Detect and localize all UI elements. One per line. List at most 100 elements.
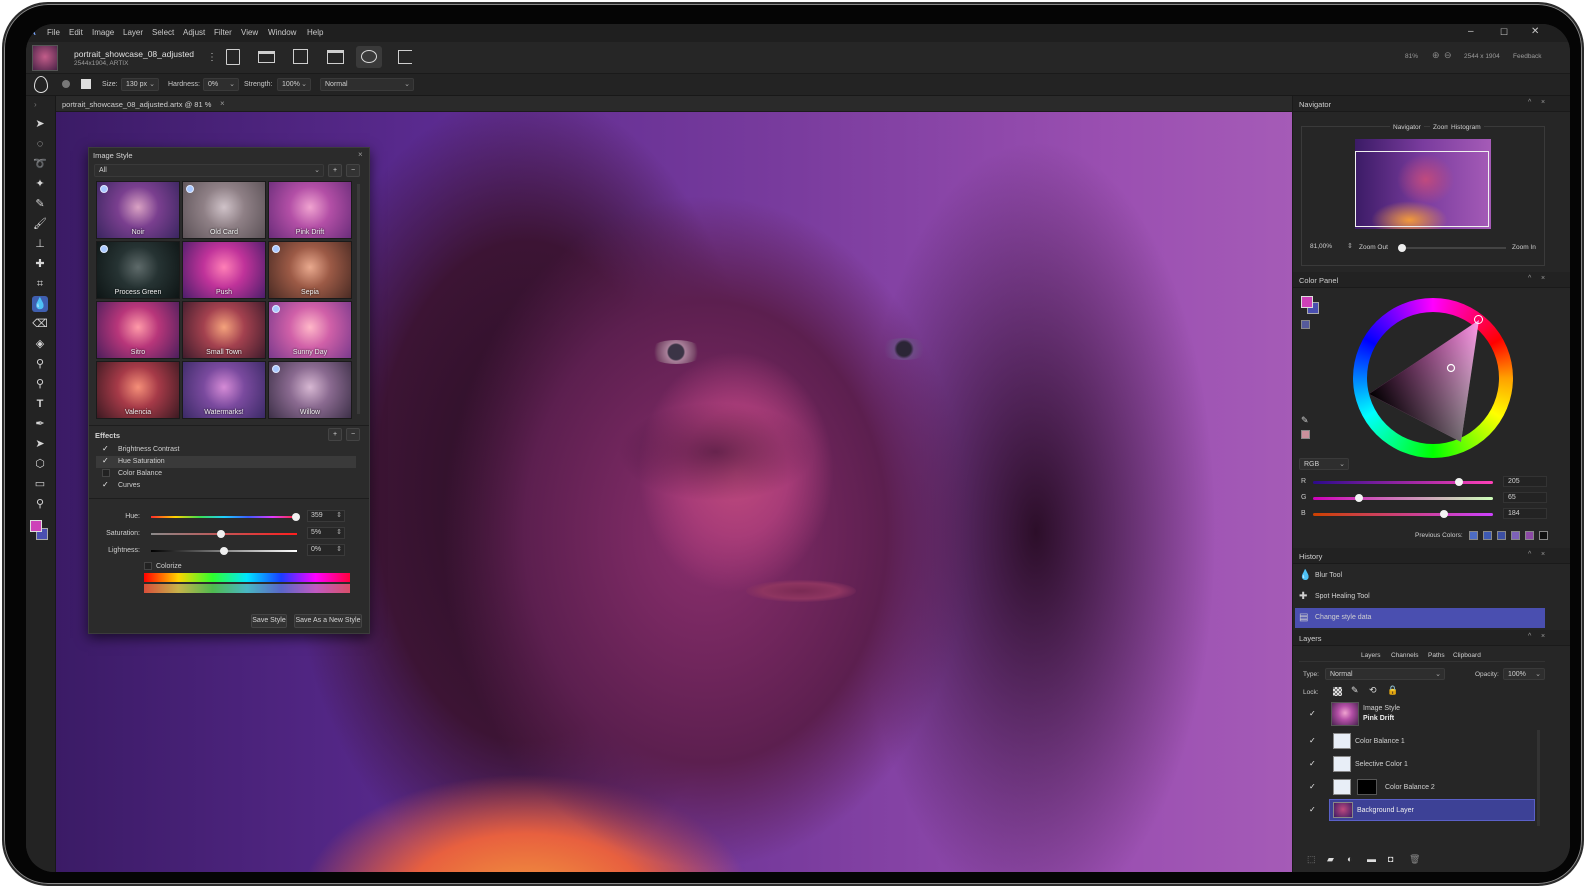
layers-scrollbar[interactable]	[1537, 730, 1540, 826]
eraser-tool-icon[interactable]: ⌫	[32, 316, 48, 332]
visibility-check-icon[interactable]: ✓	[1309, 709, 1316, 718]
new-layer-icon[interactable]: ◘	[1388, 854, 1393, 864]
histogram-tab[interactable]: Histogram	[1448, 124, 1484, 131]
healing-tool-icon[interactable]: ✚	[32, 256, 48, 272]
gradient-tool-icon[interactable]: ▭	[32, 476, 48, 492]
collapse-icon[interactable]: ^	[1528, 551, 1531, 558]
link-layers-icon[interactable]: ⬚	[1307, 854, 1316, 865]
save-new-style-button[interactable]: Save As a New Style	[294, 614, 362, 628]
style-grid-scrollbar[interactable]	[357, 184, 360, 414]
brush-options-icon[interactable]	[81, 79, 91, 89]
hue-slider-knob[interactable]	[291, 513, 300, 521]
style-thumb[interactable]: Old Card	[182, 181, 266, 239]
menu-file[interactable]: File	[47, 28, 60, 37]
layers-tab[interactable]: Layers	[1361, 652, 1381, 659]
hue-slider[interactable]	[151, 513, 300, 521]
saturation-value-field[interactable]: 5% ⇕	[307, 527, 345, 539]
marquee-tool-icon[interactable]: ◌	[32, 136, 48, 152]
lock-transparency-icon[interactable]	[1333, 687, 1342, 696]
hardness-select[interactable]: 0% ⌄	[203, 78, 239, 91]
selection-mode-button[interactable]	[356, 46, 382, 68]
new-document-icon[interactable]	[226, 49, 240, 65]
pen-tool-icon[interactable]: ✒	[32, 416, 48, 432]
lasso-tool-icon[interactable]: ➰	[32, 156, 48, 172]
menu-edit[interactable]: Edit	[69, 28, 83, 37]
green-slider-knob[interactable]	[1355, 494, 1363, 502]
layer-row[interactable]: ✓ Selective Color 1	[1299, 753, 1539, 775]
red-slider-knob[interactable]	[1455, 478, 1463, 486]
effect-row[interactable]: Color Balance	[96, 468, 356, 480]
save-icon[interactable]	[293, 49, 308, 64]
eyedropper-icon[interactable]: ✎	[32, 196, 48, 212]
hand-tool-icon[interactable]: ⚲	[32, 496, 48, 512]
navigator-zoom-value[interactable]: 81,00%	[1310, 243, 1332, 250]
menu-window[interactable]: Window	[268, 28, 296, 37]
previous-color-swatch[interactable]	[1525, 531, 1534, 540]
navigator-tab[interactable]: Navigator	[1390, 124, 1424, 131]
previous-color-swatch[interactable]	[1539, 531, 1548, 540]
checkmark-icon[interactable]: ✓	[102, 457, 110, 465]
effect-row-selected[interactable]: ✓ Hue Saturation	[96, 456, 356, 468]
history-item[interactable]: ✚ Spot Healing Tool	[1295, 587, 1545, 607]
strength-select[interactable]: 100% ⌄	[277, 78, 311, 91]
stepper-icon[interactable]: ⇕	[336, 511, 342, 519]
layer-row[interactable]: ✓ Color Balance 1	[1299, 730, 1539, 752]
foreground-color-swatch[interactable]	[1301, 296, 1313, 308]
open-folder-icon[interactable]	[258, 51, 275, 63]
red-value[interactable]: 205	[1503, 476, 1547, 487]
close-tab-icon[interactable]: ×	[220, 99, 225, 108]
text-tool-icon[interactable]: T	[32, 396, 48, 412]
clipboard-tab[interactable]: Clipboard	[1453, 652, 1481, 659]
saturation-slider-knob[interactable]	[217, 530, 226, 538]
effect-row[interactable]: ✓ Curves	[96, 480, 356, 492]
checkbox-empty-icon[interactable]	[102, 469, 110, 477]
eyedropper-icon[interactable]: ✎	[1301, 415, 1309, 426]
lock-paint-icon[interactable]: ✎	[1351, 685, 1359, 696]
stamp-tool-icon[interactable]: ⊥	[32, 236, 48, 252]
previous-color-swatch[interactable]	[1511, 531, 1520, 540]
menu-filter[interactable]: Filter	[214, 28, 232, 37]
brush-preset-icon[interactable]	[62, 80, 70, 88]
green-slider[interactable]	[1313, 494, 1493, 502]
zoom-in-label[interactable]: Zoom In	[1512, 244, 1536, 251]
blue-slider[interactable]	[1313, 510, 1493, 518]
close-panel-icon[interactable]: ×	[1541, 551, 1545, 558]
close-panel-icon[interactable]: ×	[358, 150, 363, 159]
size-select[interactable]: 130 px ⌄	[121, 78, 159, 91]
blend-mode-select[interactable]: Normal ⌄	[320, 78, 414, 91]
style-thumb[interactable]: Process Green	[96, 241, 180, 299]
window-icon[interactable]	[327, 50, 344, 64]
menu-image[interactable]: Image	[92, 28, 114, 37]
blue-slider-knob[interactable]	[1440, 510, 1448, 518]
menu-adjust[interactable]: Adjust	[183, 28, 205, 37]
visibility-check-icon[interactable]: ✓	[1309, 759, 1316, 768]
previous-color-swatch[interactable]	[1483, 531, 1492, 540]
minimize-icon[interactable]: –	[1468, 26, 1474, 37]
history-item[interactable]: 💧 Blur Tool	[1295, 566, 1545, 586]
maximize-icon[interactable]: ☐	[1500, 27, 1508, 38]
zoom-slider[interactable]	[1398, 244, 1506, 252]
menu-help[interactable]: Help	[307, 28, 323, 37]
feedback-link[interactable]: Feedback	[1513, 53, 1542, 60]
close-panel-icon[interactable]: ×	[1541, 99, 1545, 106]
more-icon[interactable]: ⋮	[207, 52, 217, 63]
menu-layer[interactable]: Layer	[123, 28, 143, 37]
style-thumb[interactable]: Watermarks!	[182, 361, 266, 419]
saturation-slider[interactable]	[151, 530, 297, 538]
color-triangle[interactable]	[1367, 312, 1499, 444]
style-thumb[interactable]: Sitro	[96, 301, 180, 359]
lock-all-icon[interactable]: 🔒	[1387, 685, 1398, 696]
hue-value-field[interactable]: 359 ⇕	[307, 510, 345, 522]
lock-move-icon[interactable]: ⟲	[1369, 685, 1377, 696]
layer-row[interactable]: ✓ Image Style Pink Drift	[1299, 700, 1539, 728]
visibility-check-icon[interactable]: ✓	[1309, 736, 1316, 745]
brush-tool-icon[interactable]: 🖌	[32, 216, 48, 232]
collapse-icon[interactable]: ^	[1528, 275, 1531, 282]
navigator-preview[interactable]	[1355, 139, 1491, 229]
layer-style-icon[interactable]: ▰	[1327, 854, 1334, 865]
red-slider[interactable]	[1313, 478, 1493, 486]
expand-icon[interactable]: ›	[34, 100, 37, 109]
path-select-icon[interactable]: ➤	[32, 436, 48, 452]
previous-color-swatch[interactable]	[1497, 531, 1506, 540]
document-thumbnail[interactable]	[32, 45, 58, 71]
